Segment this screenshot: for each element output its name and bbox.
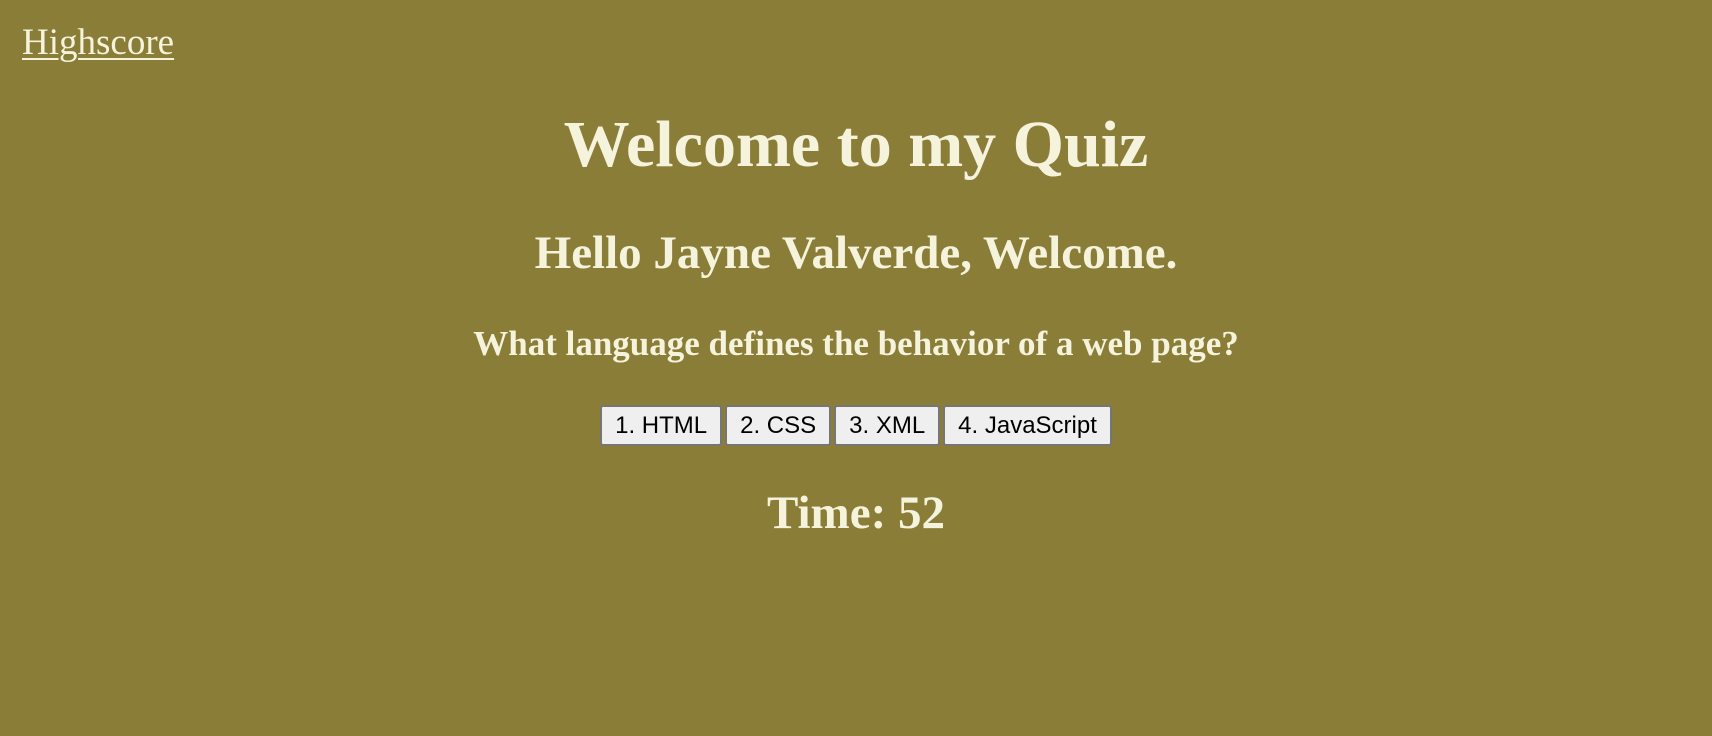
- answer-button-html[interactable]: 1. HTML: [600, 405, 723, 446]
- greeting-text: Hello Jayne Valverde, Welcome.: [534, 227, 1178, 279]
- question-text: What language defines the behavior of a …: [473, 324, 1239, 363]
- answer-button-css[interactable]: 2. CSS: [725, 405, 832, 446]
- page-title: Welcome to my Quiz: [563, 108, 1149, 181]
- answer-button-javascript[interactable]: 4. JavaScript: [943, 405, 1112, 446]
- answer-options: 1. HTML 2. CSS 3. XML 4. JavaScript: [0, 405, 1712, 446]
- answer-button-xml[interactable]: 3. XML: [834, 405, 941, 446]
- timer-display: Time: 52: [767, 487, 945, 539]
- highscore-link[interactable]: Highscore: [22, 24, 174, 61]
